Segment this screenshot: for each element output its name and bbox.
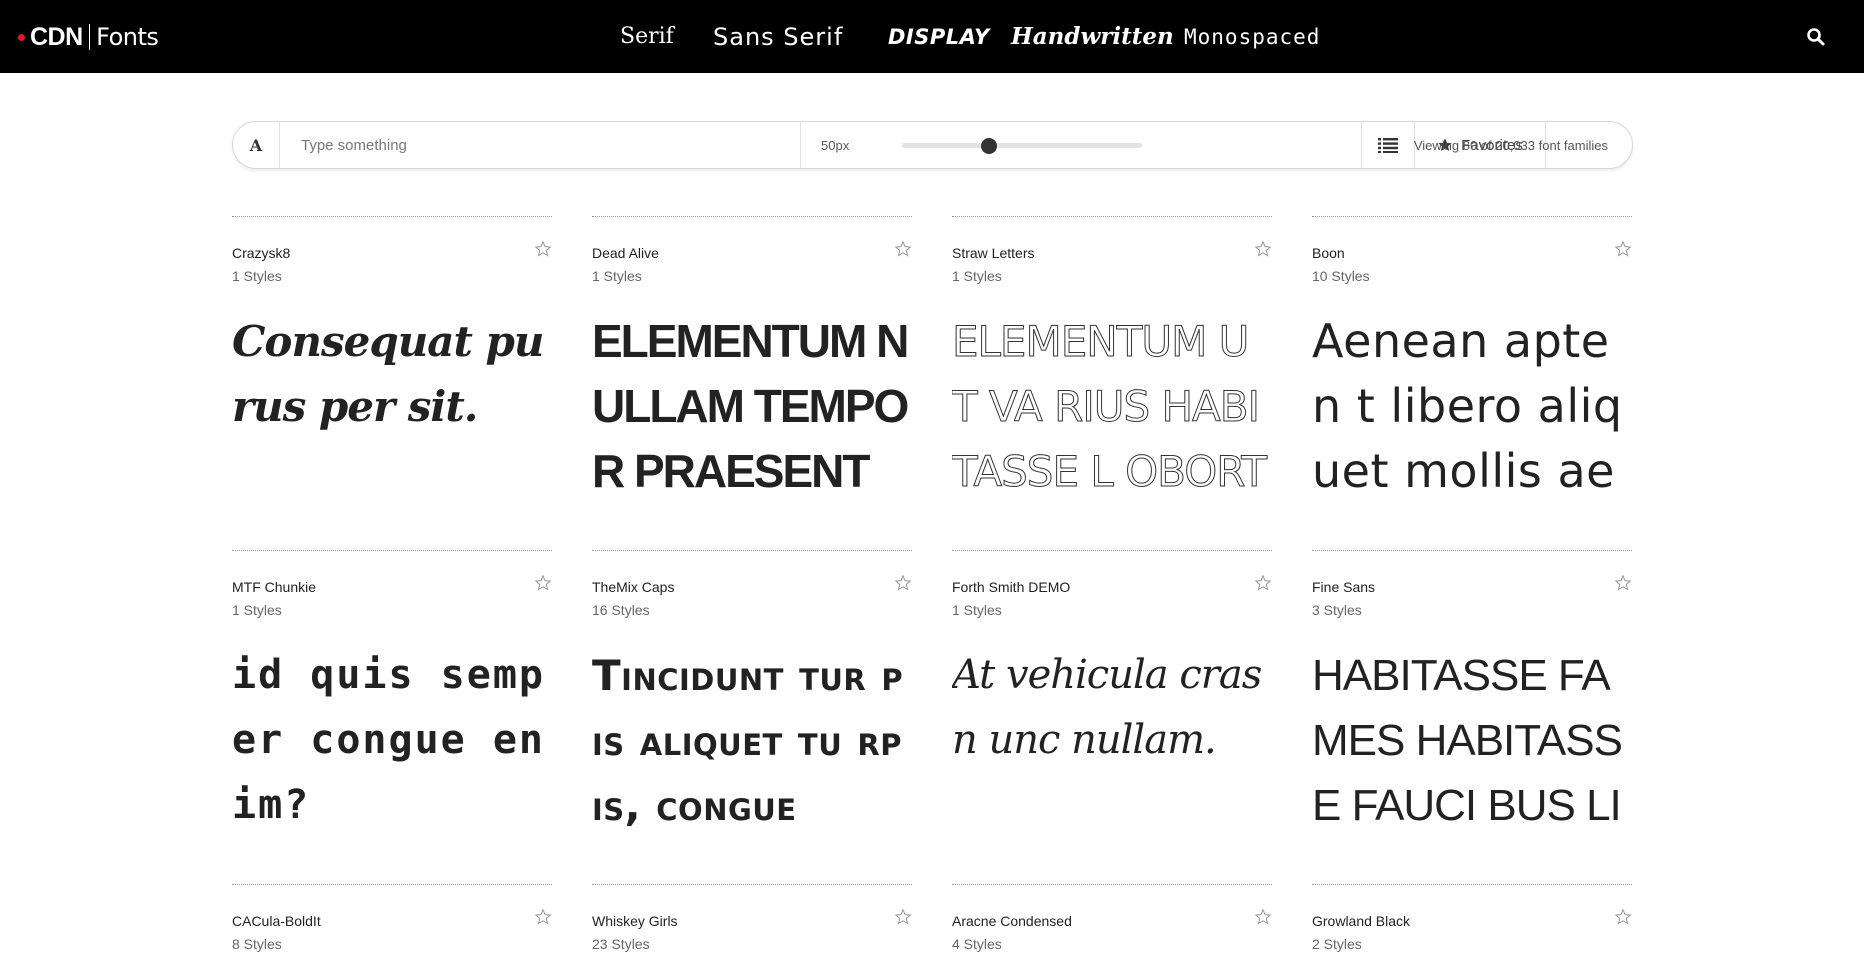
font-styles-count: 1 Styles (232, 602, 282, 618)
favorite-star-icon[interactable] (1254, 574, 1272, 592)
font-card[interactable]: Boon 10 Styles Aenean apten t libero ali… (1312, 216, 1632, 527)
favorite-star-icon[interactable] (1614, 240, 1632, 258)
font-name[interactable]: Crazysk8 (232, 245, 290, 261)
list-icon (1378, 138, 1398, 153)
font-name[interactable]: Forth Smith DEMO (952, 579, 1070, 595)
font-card[interactable]: CACula-BoldIt 8 Styles (232, 884, 552, 963)
font-card[interactable]: Crazysk8 1 Styles Consequat pu rus per s… (232, 216, 552, 527)
font-sample-text: id quis semper congue enim? (232, 652, 545, 828)
font-card[interactable]: TheMix Caps 16 Styles Tincidunt tur pis … (592, 550, 912, 861)
favorite-star-icon[interactable] (894, 908, 912, 926)
font-sample-text: Aenean apten t libero aliquet mollis aen… (1312, 314, 1623, 498)
font-card[interactable]: MTF Chunkie 1 Styles id quis semper cong… (232, 550, 552, 861)
preview-toolbar: A 50px Favorites Viewing 80 of 20,033 fo… (232, 121, 1633, 169)
font-name[interactable]: TheMix Caps (592, 579, 674, 595)
preview-text-input[interactable] (299, 135, 793, 155)
font-sample-text: Tincidunt tur pis aliquet tu rpis, congu… (592, 651, 904, 830)
favorite-star-icon[interactable] (894, 574, 912, 592)
font-card[interactable]: Dead Alive 1 Styles ELEMENTUM NULLAM TEM… (592, 216, 912, 527)
font-sample-text: Consequat pu rus per sit. (232, 317, 544, 431)
nav-monospaced[interactable]: Monospaced (1184, 22, 1320, 52)
favorite-star-icon[interactable] (1254, 240, 1272, 258)
font-style-button-label: A (249, 135, 263, 155)
font-styles-count: 4 Styles (952, 936, 1002, 952)
font-size-control: 50px (801, 122, 1362, 168)
font-sample-text: At vehicula cras n unc nullam. (952, 652, 1262, 763)
font-name[interactable]: Growland Black (1312, 913, 1410, 929)
font-styles-count: 10 Styles (1312, 268, 1370, 284)
font-sample-text: HABITASSE FAMES HABITASSE FAUCI BUS LITO… (1312, 651, 1623, 830)
font-name[interactable]: CACula-BoldIt (232, 913, 321, 929)
favorite-star-icon[interactable] (894, 240, 912, 258)
favorite-star-icon[interactable] (534, 908, 552, 926)
font-styles-count: 3 Styles (1312, 602, 1362, 618)
font-name[interactable]: Boon (1312, 245, 1345, 261)
font-styles-count: 1 Styles (952, 268, 1002, 284)
font-name[interactable]: Aracne Condensed (952, 913, 1072, 929)
font-styles-count: 2 Styles (1312, 936, 1362, 952)
font-name[interactable]: Fine Sans (1312, 579, 1375, 595)
font-style-button[interactable]: A (233, 122, 280, 168)
font-styles-count: 1 Styles (952, 602, 1002, 618)
font-size-slider-track[interactable] (902, 143, 1142, 148)
favorite-star-icon[interactable] (1614, 908, 1632, 926)
font-card[interactable]: Forth Smith DEMO 1 Styles At vehicula cr… (952, 550, 1272, 861)
nav-sans-serif[interactable]: Sans Serif (713, 22, 843, 52)
favorite-star-icon[interactable] (534, 240, 552, 258)
font-sample-text: ELEMENTUM NULLAM TEMPOR PRAESENT Q UISQU… (592, 315, 909, 497)
font-card[interactable]: Aracne Condensed 4 Styles (952, 884, 1272, 963)
favorite-star-icon[interactable] (1254, 908, 1272, 926)
viewing-count-text: Viewing 80 of 20,033 font families (1413, 137, 1608, 153)
font-sample-text: ELEMENTUM UT VA RIUS HABITASSE L OBORTIS… (952, 317, 1268, 497)
font-name[interactable]: Straw Letters (952, 245, 1034, 261)
nav-serif[interactable]: Serif (620, 22, 674, 52)
viewing-count: Viewing 80 of 20,033 font families (1414, 122, 1632, 168)
font-styles-count: 16 Styles (592, 602, 650, 618)
font-card[interactable]: Growland Black 2 Styles (1312, 884, 1632, 963)
preview-text-field (280, 122, 801, 168)
font-name[interactable]: Whiskey Girls (592, 913, 678, 929)
list-view-button[interactable] (1362, 122, 1415, 168)
font-styles-count: 8 Styles (232, 936, 282, 952)
search-icon[interactable] (1806, 27, 1826, 47)
font-name[interactable]: MTF Chunkie (232, 579, 316, 595)
category-nav: Serif Sans Serif DISPLAY Handwritten Mon… (0, 0, 1864, 73)
font-card[interactable]: Whiskey Girls 23 Styles (592, 884, 912, 963)
font-size-slider-thumb[interactable] (981, 138, 997, 154)
favorite-star-icon[interactable] (534, 574, 552, 592)
top-navigation-bar: CDN Fonts Serif Sans Serif DISPLAY Handw… (0, 0, 1864, 73)
font-styles-count: 1 Styles (592, 268, 642, 284)
font-styles-count: 1 Styles (232, 268, 282, 284)
font-styles-count: 23 Styles (592, 936, 650, 952)
nav-handwritten[interactable]: Handwritten (1011, 22, 1174, 52)
font-card[interactable]: Fine Sans 3 Styles HABITASSE FAMES HABIT… (1312, 550, 1632, 861)
nav-display[interactable]: DISPLAY (888, 22, 990, 52)
font-size-label: 50px (821, 137, 850, 153)
font-name[interactable]: Dead Alive (592, 245, 659, 261)
font-card[interactable]: Straw Letters 1 Styles ELEMENTUM UT VA R… (952, 216, 1272, 527)
favorite-star-icon[interactable] (1614, 574, 1632, 592)
